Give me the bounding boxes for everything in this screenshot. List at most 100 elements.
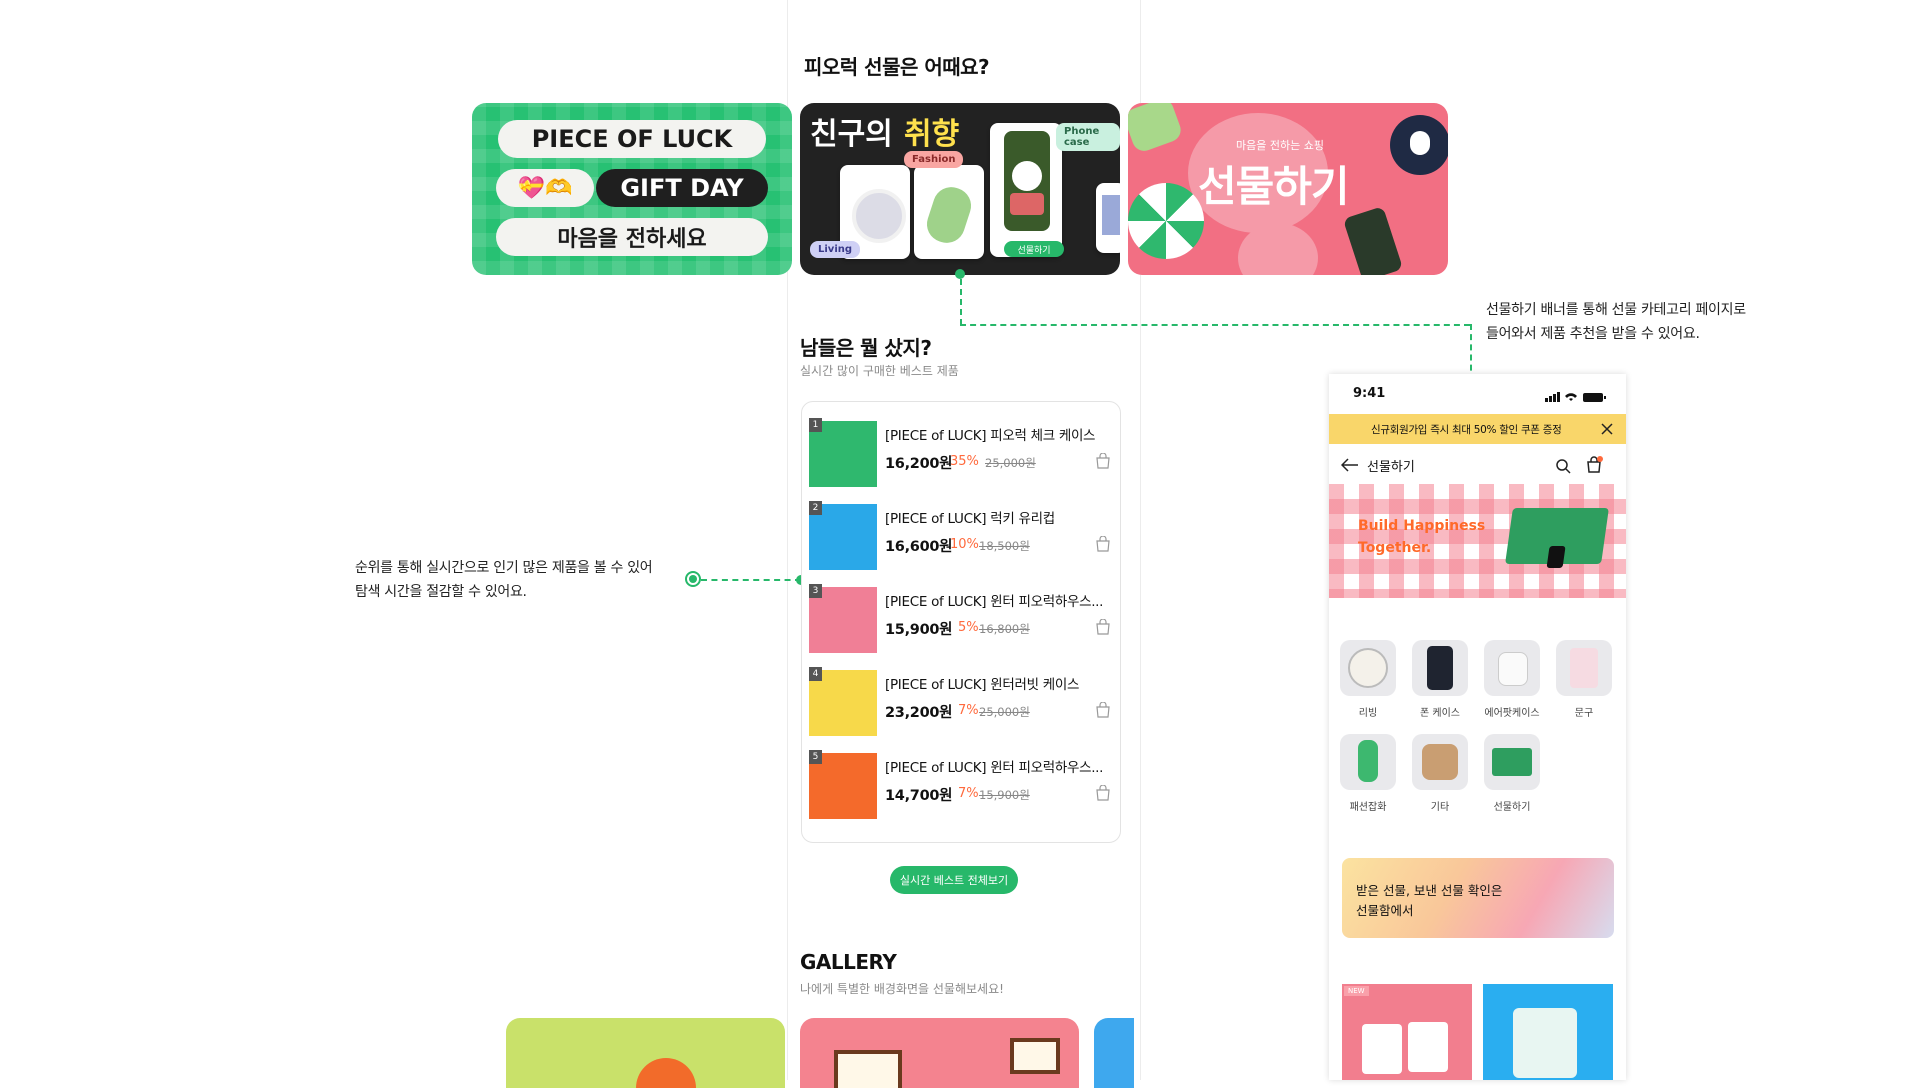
banner1-line2: GIFT DAY	[596, 169, 768, 207]
connector-line-horizontal-1	[960, 324, 1470, 326]
tag-fashion: Fashion	[904, 151, 964, 168]
new-badge: NEW	[1344, 986, 1369, 996]
list-item[interactable]: 4 [PIECE of LUCK] 윈터러빗 케이스 23,200원 7% 25…	[809, 667, 1113, 737]
product-price: 16,600원	[885, 539, 953, 555]
product-name: [PIECE of LUCK] 윈터 피오럭하우스...	[885, 760, 1104, 776]
hero-text-1: Build Happiness	[1358, 518, 1486, 534]
living-icon	[1340, 640, 1396, 696]
shopping-bag-icon[interactable]	[1095, 619, 1111, 635]
product-price: 23,200원	[885, 705, 953, 721]
section-subtitle-gallery: 나에게 특별한 배경화면을 선물해보세요!	[800, 982, 1004, 996]
original-price: 16,800원	[979, 622, 1030, 636]
extra-product-card	[1096, 183, 1120, 253]
shopping-bag-icon[interactable]	[1095, 536, 1111, 552]
banner1-line3: 마음을 전하세요	[496, 218, 768, 256]
category-gift[interactable]: 선물하기	[1483, 734, 1541, 813]
category-phone-case[interactable]: 폰 케이스	[1411, 640, 1469, 719]
annotation-left-line1: 순위를 통해 실시간으로 인기 많은 제품을 볼 수 있어	[355, 560, 653, 576]
gift-box-line1: 받은 선물, 보낸 선물 확인은	[1356, 883, 1503, 898]
list-item[interactable]: 2 [PIECE of LUCK] 럭키 유리컵 16,600원 10% 18,…	[809, 501, 1113, 571]
banner-gift-day[interactable]: PIECE OF LUCK 💝🫶 GIFT DAY 마음을 전하세요	[472, 103, 792, 275]
banner1-line1: PIECE OF LUCK	[498, 120, 766, 158]
banner2-title-b: 취향	[904, 117, 960, 152]
annotation-right-line1: 선물하기 배너를 통해 선물 카테고리 페이지로	[1486, 302, 1746, 318]
gift-box-icon	[1484, 734, 1540, 790]
shopping-bag-icon[interactable]	[1095, 702, 1111, 718]
back-arrow-icon[interactable]	[1341, 458, 1359, 472]
phone-preview: 9:41 신규회원가입 즉시 최대 50% 할인 쿠폰 증정 선물하기 Buil…	[1329, 374, 1626, 1080]
product-card-cup[interactable]	[1483, 984, 1613, 1080]
rank-badge: 4	[809, 667, 822, 681]
rank-badge: 1	[809, 418, 822, 432]
discount-rate: 10%	[950, 537, 979, 552]
product-price: 16,200원	[885, 456, 953, 472]
heart-hands-emoji-icon: 💝🫶	[496, 169, 594, 207]
gallery-item[interactable]	[1094, 1018, 1134, 1088]
promo-text: 신규회원가입 즉시 최대 50% 할인 쿠폰 증정	[1371, 424, 1562, 436]
product-name: [PIECE of LUCK] 윈터러빗 케이스	[885, 677, 1080, 693]
category-airpods-case[interactable]: 에어팟케이스	[1483, 640, 1541, 719]
cart-icon[interactable]	[1585, 456, 1603, 474]
rank-badge: 5	[809, 750, 822, 764]
gallery-item[interactable]	[506, 1018, 785, 1088]
section-subtitle-best: 실시간 많이 구매한 베스트 제품	[800, 364, 959, 378]
phone-case-product-card	[990, 123, 1062, 257]
category-living[interactable]: 리빙	[1339, 640, 1397, 719]
slipper-product-card	[914, 165, 984, 259]
annotation-right: 선물하기 배너를 통해 선물 카테고리 페이지로 들어와서 제품 추천을 받을 …	[1486, 298, 1746, 346]
connector-dot-banner	[955, 269, 965, 279]
cushion-icon	[1412, 734, 1468, 790]
annotation-left-line2: 탐색 시간을 절감할 수 있어요.	[355, 584, 527, 600]
gift-box-icon	[1505, 508, 1609, 568]
banner2-gift-button[interactable]: 선물하기	[1004, 241, 1064, 257]
signal-wifi-battery-icon	[1545, 388, 1607, 407]
promo-bar: 신규회원가입 즉시 최대 50% 할인 쿠폰 증정	[1329, 414, 1626, 444]
discount-rate: 5%	[958, 620, 979, 635]
original-price: 15,900원	[979, 788, 1030, 802]
original-price: 18,500원	[979, 539, 1030, 553]
connector-dot-left	[685, 571, 701, 587]
gift-box-line2: 선물함에서	[1356, 903, 1414, 918]
annotation-left: 순위를 통해 실시간으로 인기 많은 제품을 볼 수 있어 탐색 시간을 절감할…	[355, 556, 653, 604]
connector-line-vertical-1	[960, 279, 962, 325]
rabbit-sticker-icon	[1390, 115, 1448, 175]
category-stationery[interactable]: 문구	[1555, 640, 1613, 719]
discount-rate: 35%	[950, 454, 979, 469]
hero-banner[interactable]: Build Happiness Together.	[1329, 484, 1626, 598]
slipper-icon	[1128, 103, 1185, 155]
status-time: 9:41	[1353, 386, 1386, 401]
product-name: [PIECE of LUCK] 피오럭 체크 케이스	[885, 428, 1096, 444]
list-item[interactable]: 3 [PIECE of LUCK] 윈터 피오럭하우스... 15,900원 5…	[809, 584, 1113, 654]
view-all-best-button[interactable]: 실시간 베스트 전체보기	[890, 866, 1018, 894]
category-fashion[interactable]: 패션잡화	[1339, 734, 1397, 813]
product-price: 15,900원	[885, 622, 953, 638]
banner-shopping-gift[interactable]: 마음을 전하는 쇼핑 선물하기	[1128, 103, 1448, 275]
search-icon[interactable]	[1555, 458, 1571, 474]
banner-friends-taste[interactable]: 친구의 취향 Fashion Phone case Living 선물하기	[800, 103, 1120, 275]
product-card-mug[interactable]: NEW	[1342, 984, 1472, 1080]
nav-title: 선물하기	[1367, 460, 1415, 475]
close-icon[interactable]	[1601, 423, 1613, 435]
tag-phone-case: Phone case	[1056, 123, 1120, 151]
connector-line-left	[701, 579, 801, 581]
discount-rate: 7%	[958, 703, 979, 718]
banner2-title-a: 친구의	[810, 117, 893, 152]
airpods-case-icon	[1484, 640, 1540, 696]
shopping-bag-icon[interactable]	[1095, 785, 1111, 801]
sock-icon	[1340, 734, 1396, 790]
gift-box-banner[interactable]: 받은 선물, 보낸 선물 확인은 선물함에서	[1342, 858, 1614, 938]
annotation-right-line2: 들어와서 제품 추천을 받을 수 있어요.	[1486, 326, 1700, 342]
category-etc[interactable]: 기타	[1411, 734, 1469, 813]
product-price: 14,700원	[885, 788, 953, 804]
banner3-sub: 마음을 전하는 쇼핑	[1236, 139, 1324, 152]
list-item[interactable]: 5 [PIECE of LUCK] 윈터 피오럭하우스... 14,700원 7…	[809, 750, 1113, 820]
original-price: 25,000원	[985, 456, 1036, 470]
phone-case-icon	[1342, 206, 1404, 275]
product-name: [PIECE of LUCK] 럭키 유리컵	[885, 511, 1055, 527]
banner3-title: 선물하기	[1198, 162, 1350, 211]
hero-text-2: Together.	[1358, 540, 1432, 556]
shopping-bag-icon[interactable]	[1095, 453, 1111, 469]
list-item[interactable]: 1 [PIECE of LUCK] 피오럭 체크 케이스 16,200원 35%…	[809, 418, 1113, 488]
gallery-item[interactable]	[800, 1018, 1079, 1088]
umbrella-icon	[1128, 183, 1204, 259]
